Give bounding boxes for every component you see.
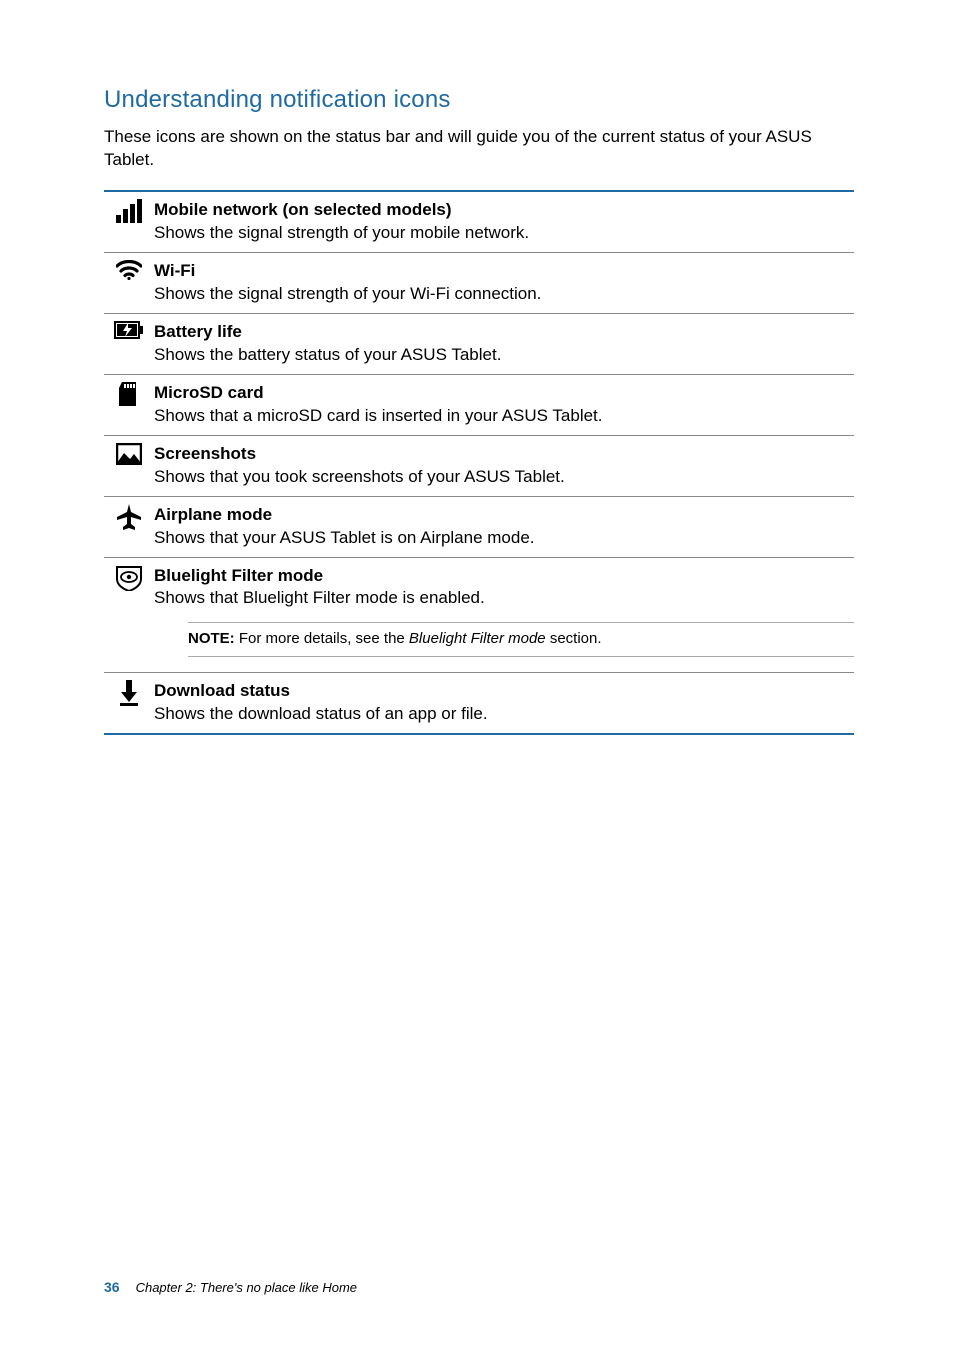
note-pre: For more details, see the	[235, 630, 409, 647]
table-row: Battery life Shows the battery status of…	[104, 314, 854, 375]
row-desc: Shows that Bluelight Filter mode is enab…	[154, 587, 854, 610]
row-title: Bluelight Filter mode	[154, 565, 854, 588]
note-label: NOTE:	[188, 630, 235, 647]
row-title: Screenshots	[154, 443, 854, 466]
download-icon	[118, 680, 140, 706]
page-footer: 36 Chapter 2: There's no place like Home	[104, 1278, 357, 1297]
row-desc: Shows that you took screenshots of your …	[154, 466, 854, 489]
note-post: section.	[546, 630, 602, 647]
table-row: Bluelight Filter mode Shows that Bluelig…	[104, 557, 854, 672]
row-title: MicroSD card	[154, 382, 854, 405]
microsd-icon	[119, 382, 139, 406]
note-italic: Bluelight Filter mode	[409, 630, 546, 647]
intro-text: These icons are shown on the status bar …	[104, 126, 854, 172]
screenshot-icon	[116, 443, 142, 465]
wifi-icon	[116, 260, 142, 280]
notification-icons-table: Mobile network (on selected models) Show…	[104, 190, 854, 734]
row-title: Battery life	[154, 321, 854, 344]
table-row: Mobile network (on selected models) Show…	[104, 191, 854, 252]
row-desc: Shows the signal strength of your Wi-Fi …	[154, 283, 854, 306]
battery-icon	[114, 321, 144, 339]
row-desc: Shows that a microSD card is inserted in…	[154, 405, 854, 428]
row-desc: Shows that your ASUS Tablet is on Airpla…	[154, 527, 854, 550]
signal-bars-icon	[115, 199, 143, 223]
eye-shield-icon	[115, 565, 143, 591]
row-desc: Shows the battery status of your ASUS Ta…	[154, 344, 854, 367]
airplane-icon	[117, 504, 141, 530]
note-block: NOTE: For more details, see the Blueligh…	[188, 622, 854, 656]
row-title: Wi-Fi	[154, 260, 854, 283]
table-row: Download status Shows the download statu…	[104, 672, 854, 733]
row-title: Mobile network (on selected models)	[154, 199, 854, 222]
table-row: Screenshots Shows that you took screensh…	[104, 435, 854, 496]
page-number: 36	[104, 1278, 120, 1297]
row-desc: Shows the download status of an app or f…	[154, 703, 854, 726]
row-desc: Shows the signal strength of your mobile…	[154, 222, 854, 245]
table-row: Wi-Fi Shows the signal strength of your …	[104, 253, 854, 314]
row-title: Download status	[154, 680, 854, 703]
section-heading: Understanding notification icons	[104, 84, 854, 116]
row-title: Airplane mode	[154, 504, 854, 527]
table-row: Airplane mode Shows that your ASUS Table…	[104, 496, 854, 557]
chapter-label: Chapter 2: There's no place like Home	[136, 1279, 357, 1297]
table-row: MicroSD card Shows that a microSD card i…	[104, 374, 854, 435]
